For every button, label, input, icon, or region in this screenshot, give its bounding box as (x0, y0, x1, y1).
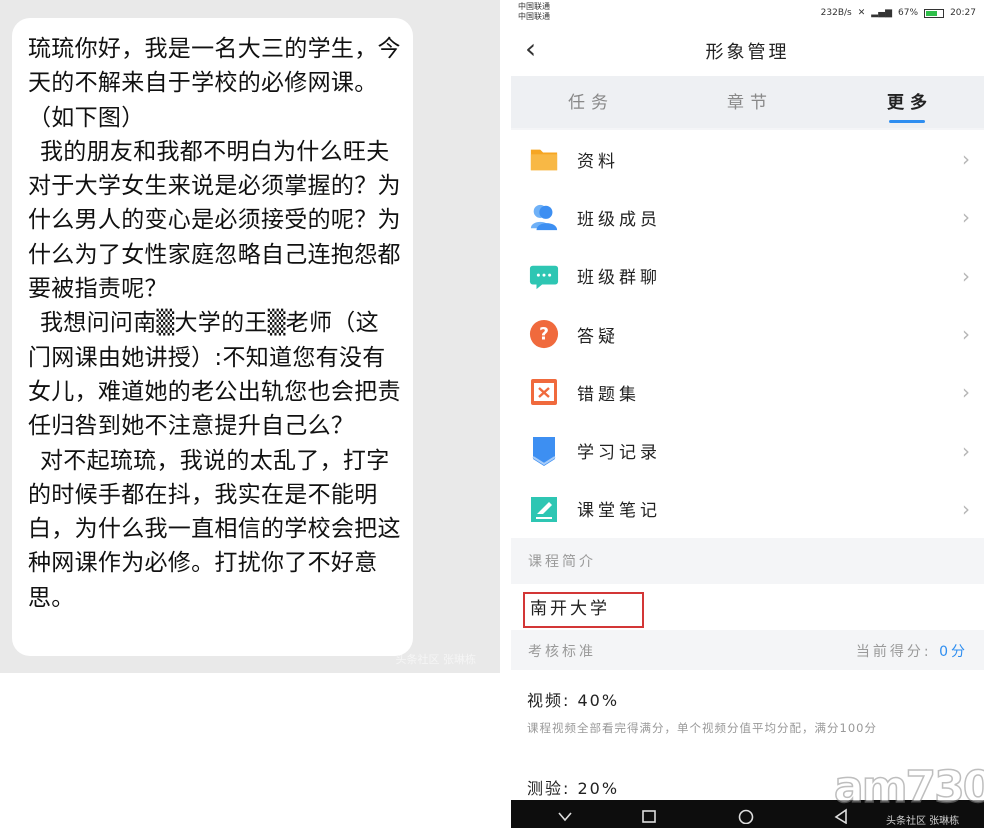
mute-icon: ✕ (857, 8, 866, 18)
phone-screenshot: 中国联通 中国联通 232B/s ✕ ▂▄▆ 67% 20:27 ‹ 形象管理 … (511, 0, 984, 828)
menu-item-label: 课堂笔记 (577, 501, 661, 522)
chevron-right-icon: › (962, 438, 970, 463)
tab-chapters[interactable]: 章节 (727, 88, 773, 113)
chat-icon (529, 261, 559, 291)
chevron-right-icon: › (962, 205, 970, 230)
menu-item-label: 资料 (577, 151, 619, 172)
active-tab-indicator (889, 120, 925, 123)
menu-item-group-chat[interactable]: 班级群聊 › (511, 247, 984, 305)
message-paragraph-2: 我的朋友和我都不明白为什么旺夫对于大学女生来说是必须掌握的？为什么男人的变心是必… (28, 138, 401, 303)
chevron-right-icon: › (962, 380, 970, 405)
more-menu: 资料 › 班级成员 › 班级群聊 › ? 答疑 › 错题集 › 学习记录 › 课… (511, 130, 984, 539)
menu-item-label: 学习记录 (577, 443, 661, 464)
section-course-intro: 课程简介 (511, 542, 984, 582)
question-icon: ? (529, 319, 559, 349)
current-score: 当前得分: 0分 (856, 641, 968, 661)
menu-item-members[interactable]: 班级成员 › (511, 188, 984, 246)
menu-item-wrong-answers[interactable]: 错题集 › (511, 363, 984, 421)
network-speed: 232B/s (820, 8, 852, 18)
message-bubble: 琉琉你好，我是一名大三的学生，今天的不解来自于学校的必修网课。（如下图） 我的朋… (12, 18, 413, 656)
back-nav-icon[interactable] (557, 808, 573, 827)
carrier-2: 中国联通 (518, 12, 550, 21)
chevron-right-icon: › (962, 147, 970, 172)
note-icon (529, 494, 559, 524)
quiz-weight: 测验: 20% (527, 779, 620, 798)
tab-more[interactable]: 更多 (887, 88, 933, 113)
message-paragraph-4: 对不起琉琉，我说的太乱了，打字的时候手都在抖，我实在是不能明白，为什么我一直相信… (28, 447, 401, 611)
signal-icon: ▂▄▆ (871, 8, 893, 18)
carrier-1: 中国联通 (518, 2, 550, 11)
chevron-right-icon: › (962, 322, 970, 347)
school-name-highlight: 南开大学 (523, 592, 644, 628)
battery-icon (924, 8, 945, 18)
menu-item-study-record[interactable]: 学习记录 › (511, 421, 984, 479)
menu-item-materials[interactable]: 资料 › (511, 130, 984, 188)
record-icon (529, 436, 559, 466)
current-score-value: 0分 (939, 644, 968, 660)
status-right: 232B/s ✕ ▂▄▆ 67% 20:27 (821, 8, 976, 18)
weibo-watermark: 头条社区 张琳栋 (886, 816, 960, 827)
video-description: 课程视频全部看完得满分，单个视频分值平均分配，满分100分 (527, 721, 877, 735)
menu-item-label: 班级群聊 (577, 268, 661, 289)
menu-item-class-notes[interactable]: 课堂笔记 › (511, 480, 984, 538)
page-title: 形象管理 (705, 42, 790, 63)
recents-nav-icon[interactable] (641, 808, 657, 827)
menu-item-label: 答疑 (577, 326, 619, 347)
message-paragraph-3: 我想问问南▒大学的王▒老师（这门网课由她讲授）:不知道您有没有女儿，难道她的老公… (28, 310, 401, 440)
people-icon (529, 202, 559, 232)
status-bar: 中国联通 中国联通 232B/s ✕ ▂▄▆ 67% 20:27 (511, 0, 984, 26)
chevron-right-icon: › (962, 496, 970, 521)
am730-logo: am730 (833, 761, 984, 814)
home-nav-icon[interactable] (737, 808, 755, 828)
menu-item-label: 班级成员 (577, 209, 661, 230)
assessment-label: 考核标准 (528, 644, 596, 660)
tab-tasks[interactable]: 任务 (568, 88, 614, 113)
svg-text:?: ? (539, 324, 549, 344)
message-paragraph-1: 琉琉你好，我是一名大三的学生，今天的不解来自于学校的必修网课。（如下图） (28, 36, 401, 131)
battery-percent: 67% (898, 8, 919, 18)
course-school-row: 南开大学 (511, 584, 984, 630)
menu-item-qa[interactable]: ? 答疑 › (511, 305, 984, 363)
folder-icon (529, 144, 559, 174)
clock: 20:27 (950, 8, 976, 18)
chat-screenshot: 琉琉你好，我是一名大三的学生，今天的不解来自于学校的必修网课。（如下图） 我的朋… (0, 0, 500, 673)
chevron-right-icon: › (962, 263, 970, 288)
menu-item-label: 错题集 (577, 384, 640, 405)
video-weight: 视频: 40% (527, 691, 620, 710)
nav-bar: ‹ 形象管理 (511, 26, 984, 76)
watermark-text: 头条社区 张琳栋 (395, 653, 477, 666)
assessment-header: 考核标准 当前得分: 0分 (511, 630, 984, 670)
current-score-label: 当前得分: (855, 644, 932, 660)
wrong-book-icon (529, 377, 559, 407)
tab-bar: 任务 章节 更多 (511, 76, 984, 128)
